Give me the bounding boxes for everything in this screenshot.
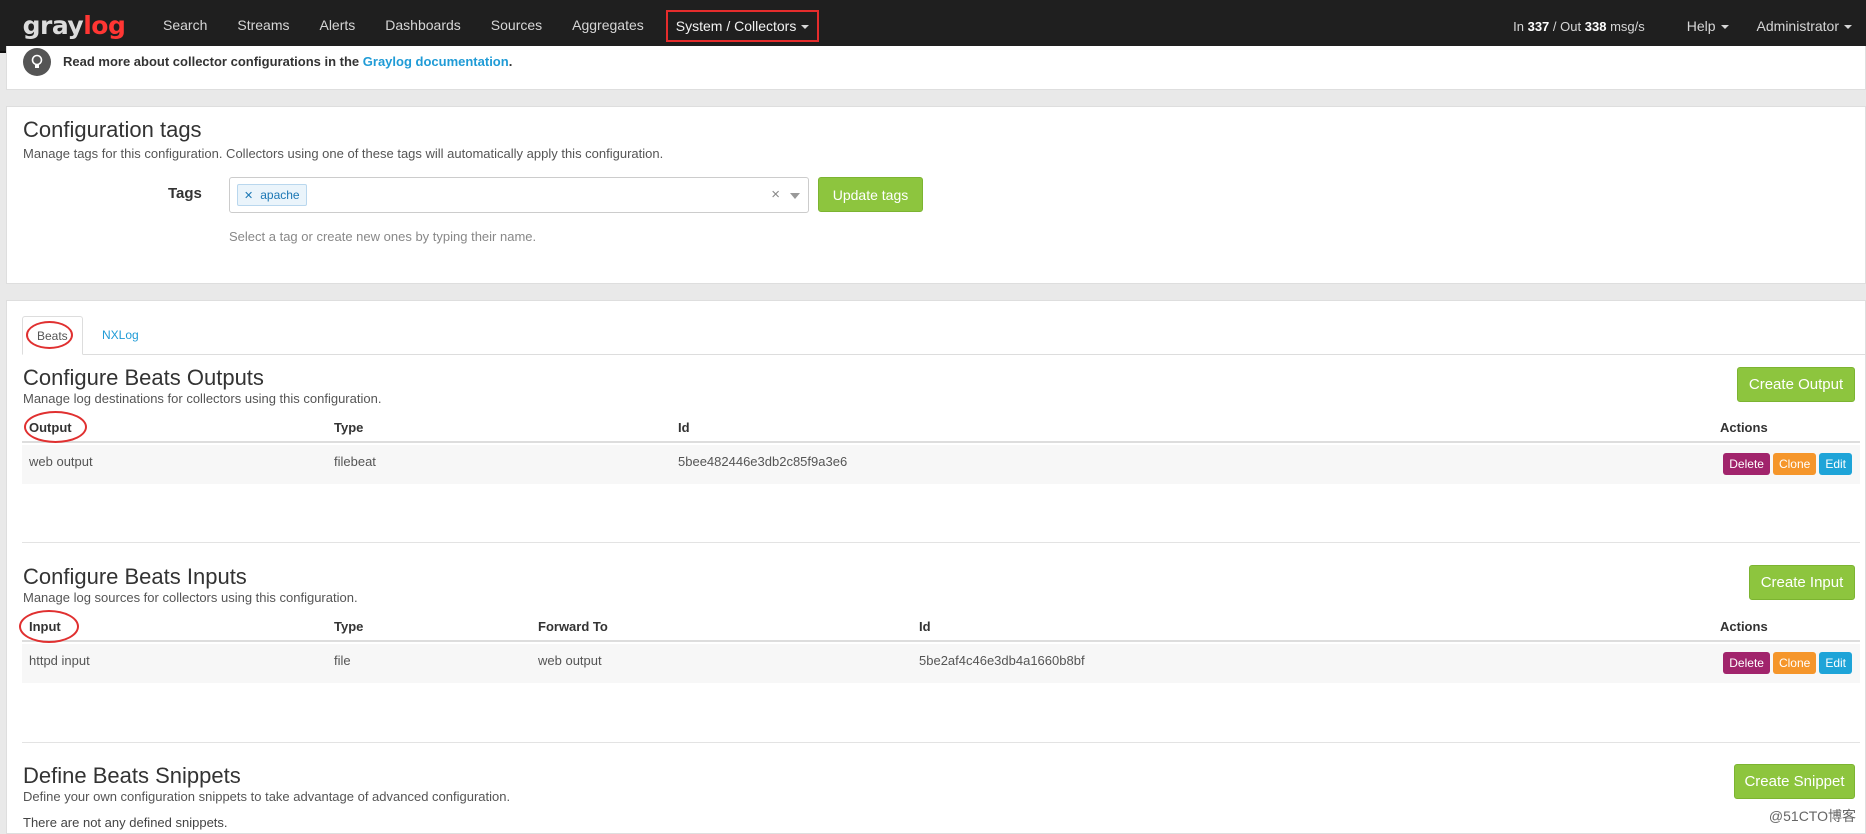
- nav-item-sources[interactable]: Sources: [476, 0, 557, 52]
- beats-outputs-description: Manage log destinations for collectors u…: [23, 391, 382, 406]
- throughput-in-label: In: [1513, 19, 1524, 34]
- graylog-logo[interactable]: gray log: [0, 0, 148, 52]
- input-forward-to: web output: [538, 653, 602, 668]
- tags-select[interactable]: ✕ apache ×: [229, 177, 809, 213]
- tag-chip-label: apache: [260, 188, 300, 202]
- beats-inputs-title: Configure Beats Inputs: [23, 564, 247, 589]
- edit-input-button[interactable]: Edit: [1819, 652, 1852, 674]
- row-actions: Delete Clone Edit: [1723, 652, 1852, 674]
- beats-outputs-title: Configure Beats Outputs: [23, 365, 264, 390]
- table-row: httpd input file web output 5be2af4c46e3…: [22, 644, 1860, 683]
- clone-output-button[interactable]: Clone: [1772, 453, 1817, 475]
- lightbulb-icon: [23, 48, 51, 76]
- logo-text-gray: gray: [22, 11, 84, 40]
- section-divider: [22, 542, 1860, 543]
- nav-item-search[interactable]: Search: [148, 0, 222, 52]
- nav-item-dashboards[interactable]: Dashboards: [370, 0, 476, 52]
- column-header-forward-to: Forward To: [538, 619, 608, 634]
- throughput-out-label: / Out: [1552, 19, 1582, 34]
- user-label: Administrator: [1756, 18, 1839, 34]
- nav-item-streams[interactable]: Streams: [222, 0, 304, 52]
- throughput-unit: msg/s: [1610, 19, 1645, 34]
- nav-item-aggregates[interactable]: Aggregates: [557, 0, 659, 52]
- column-header-type: Type: [334, 619, 364, 634]
- watermark: @51CTO博客: [1768, 808, 1856, 824]
- clone-input-button[interactable]: Clone: [1772, 652, 1817, 674]
- configuration-tags-panel: Configuration tags Manage tags for this …: [6, 106, 1866, 284]
- dropdown-arrow-icon[interactable]: [790, 193, 800, 199]
- beats-snippets-title: Define Beats Snippets: [23, 763, 241, 788]
- column-header-id: Id: [919, 619, 931, 634]
- tags-help-text: Select a tag or create new ones by typin…: [229, 229, 537, 244]
- section-divider: [22, 742, 1860, 743]
- throughput-indicator: In 337 / Out 338 msg/s: [1513, 19, 1673, 34]
- beats-inputs-description: Manage log sources for collectors using …: [23, 590, 358, 605]
- tag-chip-apache: ✕ apache: [237, 184, 307, 206]
- table-row: web output filebeat 5bee482446e3db2c85f9…: [22, 445, 1860, 484]
- nav-item-system-collectors[interactable]: System / Collectors: [665, 9, 820, 42]
- caret-down-icon: [1720, 25, 1729, 30]
- tab-nxlog[interactable]: NXLog: [88, 316, 153, 355]
- beats-snippets-description: Define your own configuration snippets t…: [23, 789, 511, 804]
- outputs-table-header: Output Type Id Actions: [22, 411, 1860, 443]
- help-label: Help: [1686, 18, 1716, 34]
- nav-menu: Search Streams Alerts Dashboards Sources…: [148, 0, 826, 52]
- column-header-input: Input: [29, 619, 61, 634]
- info-panel: Read more about collector configurations…: [6, 46, 1866, 90]
- edit-output-button[interactable]: Edit: [1819, 453, 1852, 475]
- throughput-in-value: 337: [1527, 19, 1550, 34]
- inputs-table-header: Input Type Forward To Id Actions: [22, 610, 1860, 642]
- snippets-empty-message: There are not any defined snippets.: [23, 815, 228, 830]
- collector-configuration-panel: Beats NXLog Configure Beats Outputs Mana…: [6, 300, 1866, 834]
- logo-text-log: log: [83, 11, 126, 40]
- create-output-button[interactable]: Create Output: [1737, 367, 1855, 402]
- output-type: filebeat: [334, 454, 376, 469]
- nav-item-alerts[interactable]: Alerts: [304, 0, 370, 52]
- info-text: Read more about collector configurations…: [63, 54, 512, 69]
- info-message: Read more about collector configurations…: [63, 54, 360, 69]
- nav-item-system-label: System / Collectors: [675, 17, 797, 34]
- caret-down-icon: [801, 24, 810, 29]
- delete-output-button[interactable]: Delete: [1723, 453, 1770, 475]
- graylog-documentation-link[interactable]: Graylog documentation: [363, 54, 509, 69]
- tags-label: Tags: [168, 185, 202, 202]
- create-input-button[interactable]: Create Input: [1749, 565, 1855, 600]
- column-header-actions: Actions: [1720, 619, 1768, 634]
- clear-tags-icon[interactable]: ×: [771, 186, 780, 203]
- tab-beats[interactable]: Beats: [22, 316, 83, 355]
- create-snippet-button[interactable]: Create Snippet: [1734, 764, 1855, 799]
- input-id: 5be2af4c46e3db4a1660b8bf: [919, 653, 1085, 668]
- output-name: web output: [29, 454, 93, 469]
- delete-input-button[interactable]: Delete: [1723, 652, 1770, 674]
- info-suffix: .: [508, 54, 513, 69]
- caret-down-icon: [1844, 25, 1852, 30]
- remove-tag-icon[interactable]: ✕: [244, 189, 253, 202]
- column-header-id: Id: [678, 420, 690, 435]
- input-type: file: [334, 653, 351, 668]
- configuration-tags-title: Configuration tags: [23, 117, 202, 142]
- column-header-type: Type: [334, 420, 364, 435]
- configuration-tags-description: Manage tags for this configuration. Coll…: [23, 146, 664, 161]
- column-header-actions: Actions: [1720, 420, 1768, 435]
- output-id: 5bee482446e3db2c85f9a3e6: [678, 454, 848, 469]
- throughput-out-value: 338: [1584, 19, 1607, 34]
- tab-bar: Beats NXLog: [22, 316, 1866, 355]
- row-actions: Delete Clone Edit: [1723, 453, 1852, 475]
- column-header-output: Output: [29, 420, 72, 435]
- update-tags-button[interactable]: Update tags: [818, 177, 923, 212]
- input-name: httpd input: [29, 653, 90, 668]
